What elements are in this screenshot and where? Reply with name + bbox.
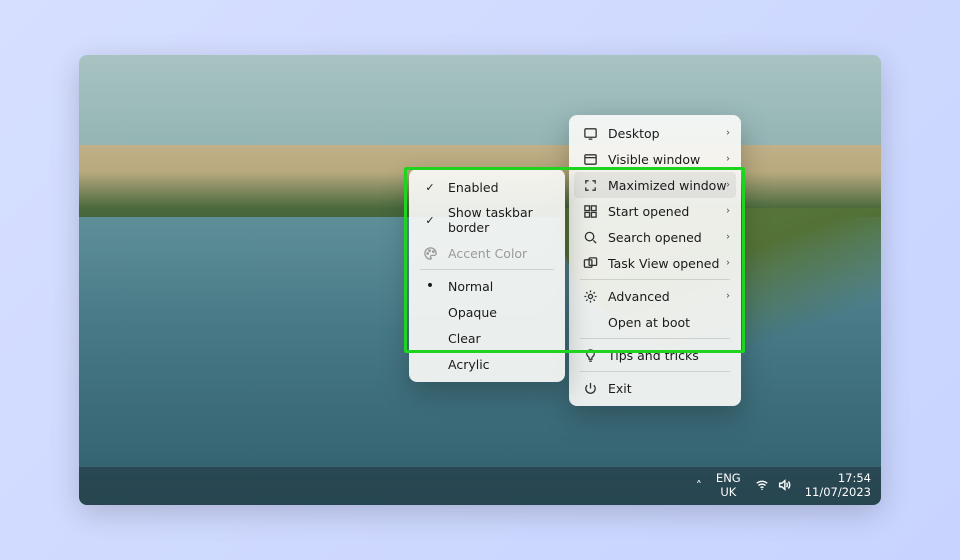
chevron-right-icon: › <box>726 128 730 139</box>
menu-item-exit[interactable]: Exit <box>574 375 736 401</box>
submenu-item-normal[interactable]: Normal <box>414 273 560 299</box>
menu-label: Exit <box>608 381 632 396</box>
taskbar: ˄ ENG UK 17:54 11/07/2023 <box>79 467 881 505</box>
date-text: 11/07/2023 <box>805 486 871 500</box>
search-icon <box>582 229 598 245</box>
blank-icon <box>422 330 438 346</box>
menu-separator <box>580 338 730 339</box>
bulb-icon <box>582 347 598 363</box>
submenu-item-enabled[interactable]: Enabled <box>414 174 560 200</box>
submenu-item-opaque[interactable]: Opaque <box>414 299 560 325</box>
palette-icon <box>422 245 438 261</box>
menu-item-maximized-window[interactable]: Maximized window › <box>574 172 736 198</box>
desktop-icon <box>582 125 598 141</box>
submenu-item-clear[interactable]: Clear <box>414 325 560 351</box>
menu-label: Open at boot <box>608 315 690 330</box>
menu-label: Task View opened <box>608 256 719 271</box>
chevron-right-icon: › <box>726 154 730 165</box>
context-submenu: Enabled Show taskbar border Accent Color… <box>409 169 565 382</box>
time-text: 17:54 <box>805 472 871 486</box>
menu-label: Show taskbar border <box>448 205 552 235</box>
start-icon <box>582 203 598 219</box>
menu-item-start-opened[interactable]: Start opened › <box>574 198 736 224</box>
window-icon <box>582 151 598 167</box>
menu-label: Enabled <box>448 180 499 195</box>
blank-icon <box>422 304 438 320</box>
clock[interactable]: 17:54 11/07/2023 <box>805 472 871 500</box>
radio-dot-icon <box>422 278 438 294</box>
power-icon <box>582 380 598 396</box>
taskview-icon <box>582 255 598 271</box>
menu-label: Clear <box>448 331 481 346</box>
submenu-item-accent-color: Accent Color <box>414 240 560 266</box>
lang-line2: UK <box>716 486 741 500</box>
wifi-icon[interactable] <box>755 478 769 495</box>
blank-icon <box>582 314 598 330</box>
menu-label: Accent Color <box>448 246 527 261</box>
submenu-item-show-border[interactable]: Show taskbar border <box>414 200 560 240</box>
chevron-right-icon: › <box>726 180 730 191</box>
maximize-icon <box>582 177 598 193</box>
menu-label: Acrylic <box>448 357 490 372</box>
menu-label: Start opened <box>608 204 689 219</box>
chevron-right-icon: › <box>726 232 730 243</box>
gear-icon <box>582 288 598 304</box>
menu-label: Tips and tricks <box>608 348 699 363</box>
chevron-right-icon: › <box>726 291 730 302</box>
blank-icon <box>422 356 438 372</box>
menu-label: Normal <box>448 279 493 294</box>
menu-separator <box>580 279 730 280</box>
menu-label: Advanced <box>608 289 670 304</box>
menu-item-desktop[interactable]: Desktop › <box>574 120 736 146</box>
menu-item-advanced[interactable]: Advanced › <box>574 283 736 309</box>
check-icon <box>422 179 438 195</box>
submenu-item-acrylic[interactable]: Acrylic <box>414 351 560 377</box>
language-indicator[interactable]: ENG UK <box>716 472 741 500</box>
menu-item-task-view-opened[interactable]: Task View opened › <box>574 250 736 276</box>
system-tray: ˄ ENG UK 17:54 11/07/2023 <box>696 472 871 500</box>
desktop-screenshot: Desktop › Visible window › Maximized win… <box>79 55 881 505</box>
menu-separator <box>580 371 730 372</box>
menu-label: Opaque <box>448 305 497 320</box>
menu-separator <box>420 269 554 270</box>
chevron-right-icon: › <box>726 206 730 217</box>
menu-item-open-at-boot[interactable]: Open at boot <box>574 309 736 335</box>
volume-icon[interactable] <box>777 478 791 495</box>
menu-item-tips[interactable]: Tips and tricks <box>574 342 736 368</box>
menu-item-search-opened[interactable]: Search opened › <box>574 224 736 250</box>
menu-item-visible-window[interactable]: Visible window › <box>574 146 736 172</box>
menu-label: Desktop <box>608 126 660 141</box>
chevron-right-icon: › <box>726 258 730 269</box>
menu-label: Search opened <box>608 230 702 245</box>
tray-overflow-icon[interactable]: ˄ <box>696 479 702 493</box>
context-menu-main: Desktop › Visible window › Maximized win… <box>569 115 741 406</box>
menu-label: Visible window <box>608 152 700 167</box>
menu-label: Maximized window <box>608 178 727 193</box>
check-icon <box>422 212 438 228</box>
lang-line1: ENG <box>716 472 741 486</box>
